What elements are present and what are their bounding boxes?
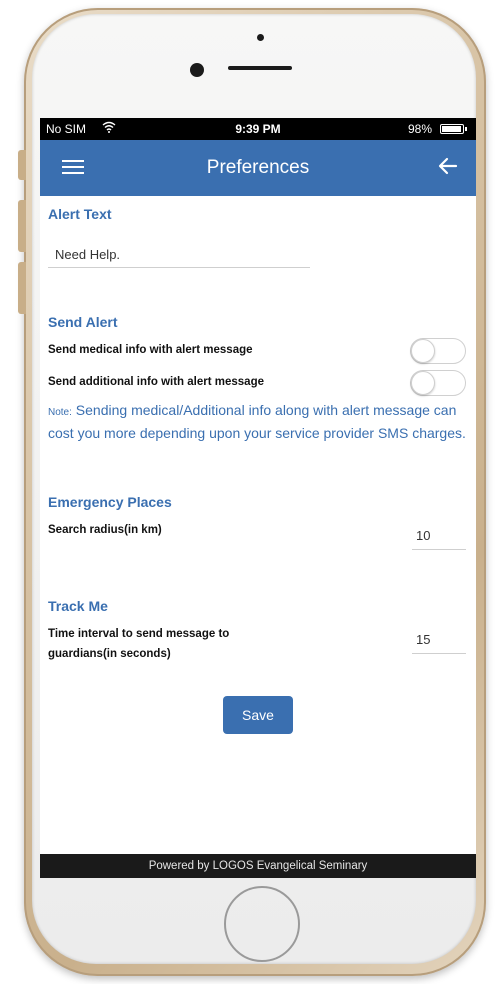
earpiece-speaker	[228, 66, 292, 70]
additional-info-toggle[interactable]	[410, 370, 466, 396]
medical-info-label: Send medical info with alert message	[48, 344, 253, 356]
mute-switch	[18, 150, 26, 180]
additional-info-label: Send additional info with alert message	[48, 376, 264, 388]
battery-percent: 98%	[407, 122, 432, 136]
volume-up-button	[18, 200, 26, 252]
search-radius-label: Search radius(in km)	[48, 524, 162, 536]
send-alert-heading: Send Alert	[48, 314, 118, 330]
home-button[interactable]	[224, 886, 300, 962]
app-screen: No SIM 9:39 PM 98% Preferences Alert Tex…	[40, 118, 476, 878]
battery-tip	[465, 127, 467, 131]
note-text: Sending medical/Additional info along wi…	[48, 402, 466, 441]
front-camera	[190, 63, 204, 77]
alert-text-heading: Alert Text	[48, 206, 112, 222]
time-interval-label-line2: guardians(in seconds)	[48, 648, 171, 660]
time-interval-label-line1: Time interval to send message to	[48, 628, 230, 640]
volume-down-button	[18, 262, 26, 314]
time-interval-input[interactable]	[412, 626, 466, 654]
page-title: Preferences	[206, 157, 310, 178]
track-me-heading: Track Me	[48, 598, 108, 614]
sms-charges-note: Note: Sending medical/Additional info al…	[48, 400, 474, 443]
toggle-knob	[411, 339, 435, 363]
status-bar: No SIM 9:39 PM 98%	[40, 118, 476, 140]
footer-credits: Powered by LOGOS Evangelical Seminary	[40, 854, 476, 878]
toggle-knob	[411, 371, 435, 395]
note-prefix: Note:	[48, 407, 72, 418]
save-button[interactable]: Save	[223, 696, 293, 734]
battery-icon	[440, 124, 464, 134]
alert-text-input[interactable]	[48, 242, 310, 268]
time-interval-label: Time interval to send message to guardia…	[48, 624, 229, 664]
back-arrow-icon[interactable]	[436, 154, 460, 178]
emergency-places-heading: Emergency Places	[48, 494, 172, 510]
search-radius-input[interactable]	[412, 522, 466, 550]
proximity-sensor	[257, 34, 264, 41]
app-header: Preferences	[40, 140, 476, 196]
medical-info-toggle[interactable]	[410, 338, 466, 364]
